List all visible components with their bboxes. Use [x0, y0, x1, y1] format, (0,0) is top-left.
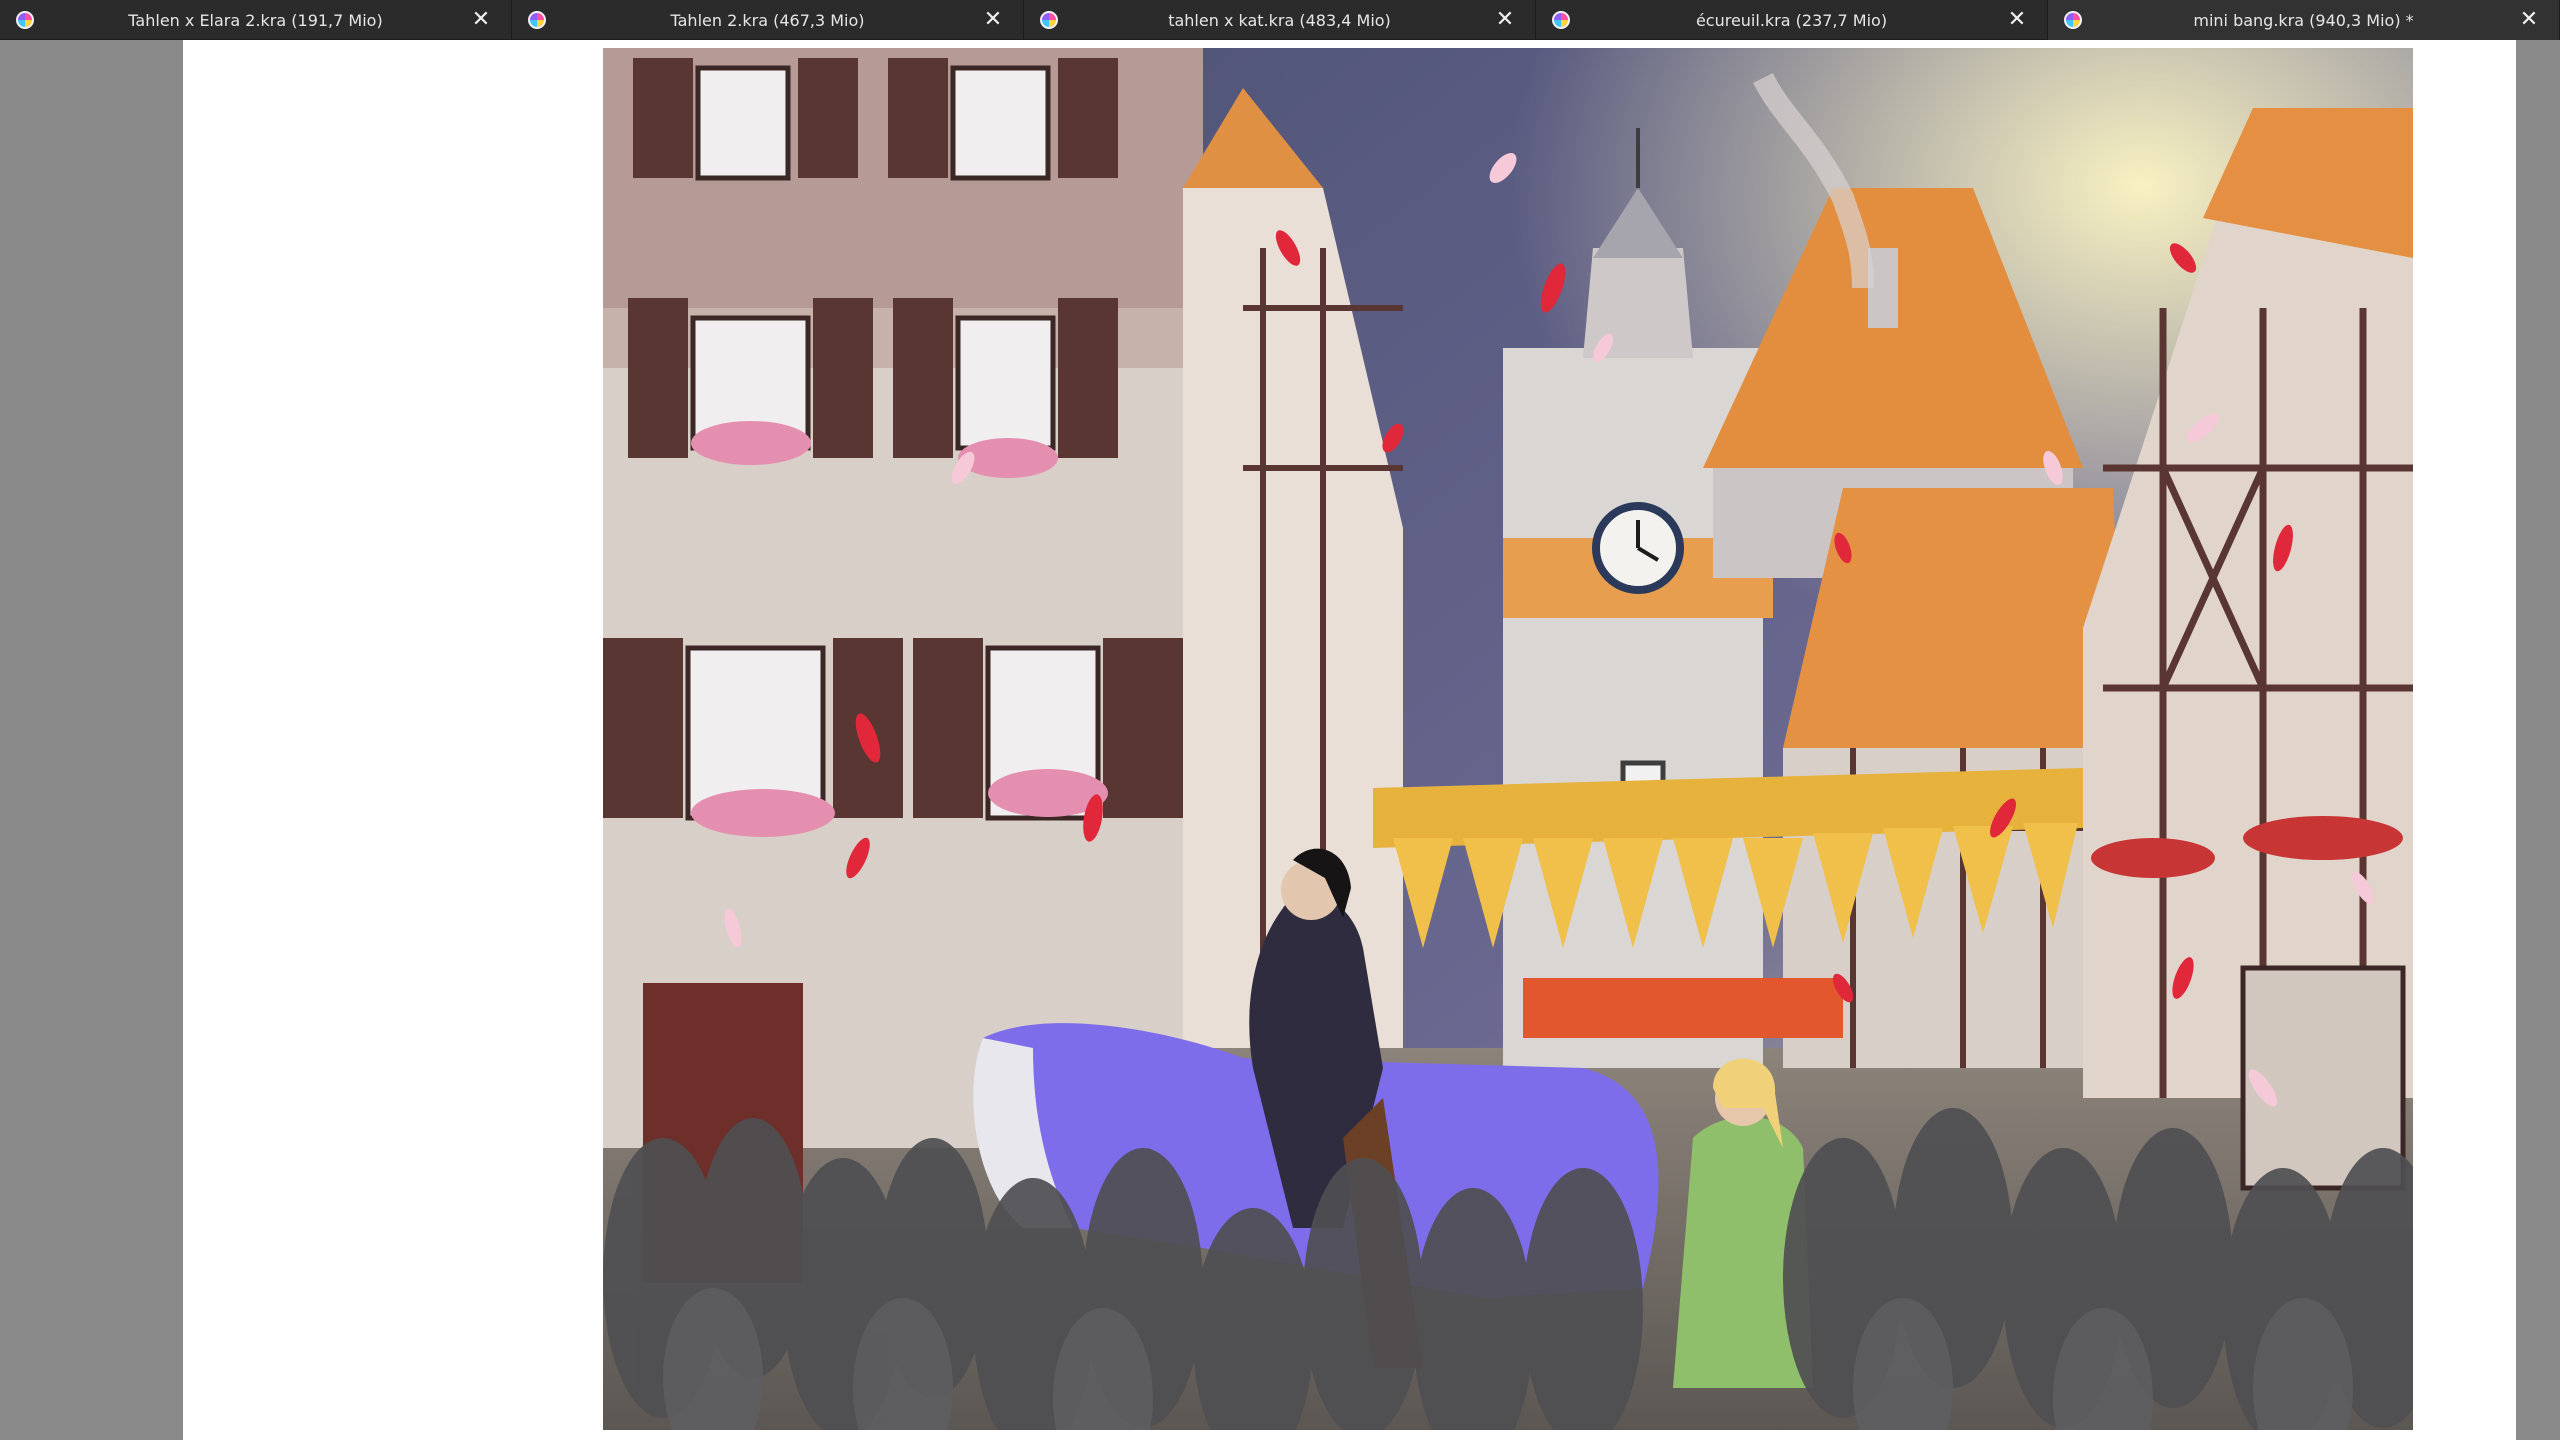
canvas-area[interactable] — [0, 40, 2560, 1440]
krita-icon — [16, 11, 34, 29]
close-icon[interactable]: ✕ — [1495, 9, 1515, 31]
tab-title: Tahlen x Elara 2.kra (191,7 Mio) — [128, 10, 383, 30]
document-paper — [183, 40, 2516, 1440]
krita-icon — [528, 11, 546, 29]
tab-title: mini bang.kra (940,3 Mio) * — [2193, 10, 2414, 30]
close-icon[interactable]: ✕ — [2007, 9, 2027, 31]
krita-icon — [1552, 11, 1570, 29]
tab-title: écureuil.kra (237,7 Mio) — [1695, 10, 1888, 30]
tab-title: tahlen x kat.kra (483,4 Mio) — [1168, 10, 1391, 30]
krita-window: Tahlen x Elara 2.kra (191,7 Mio) ✕ Tahle… — [0, 0, 2560, 1440]
krita-icon — [1040, 11, 1058, 29]
document-tab-4[interactable]: écureuil.kra (237,7 Mio) ✕ — [1536, 0, 2048, 40]
document-tab-2[interactable]: Tahlen 2.kra (467,3 Mio) ✕ — [512, 0, 1024, 40]
close-icon[interactable]: ✕ — [2519, 9, 2539, 31]
krita-icon — [2064, 11, 2082, 29]
document-tab-bar: Tahlen x Elara 2.kra (191,7 Mio) ✕ Tahle… — [0, 0, 2560, 40]
edge-marker-icon — [2554, 1170, 2560, 1182]
document-tab-1[interactable]: Tahlen x Elara 2.kra (191,7 Mio) ✕ — [0, 0, 512, 40]
tab-title: Tahlen 2.kra (467,3 Mio) — [670, 10, 865, 30]
close-icon[interactable]: ✕ — [471, 9, 491, 31]
close-icon[interactable]: ✕ — [983, 9, 1003, 31]
document-tab-3[interactable]: tahlen x kat.kra (483,4 Mio) ✕ — [1024, 0, 1536, 40]
town-illustration — [603, 48, 2413, 1430]
document-tab-5[interactable]: mini bang.kra (940,3 Mio) * ✕ — [2048, 0, 2560, 40]
artwork-canvas[interactable] — [603, 48, 2413, 1430]
